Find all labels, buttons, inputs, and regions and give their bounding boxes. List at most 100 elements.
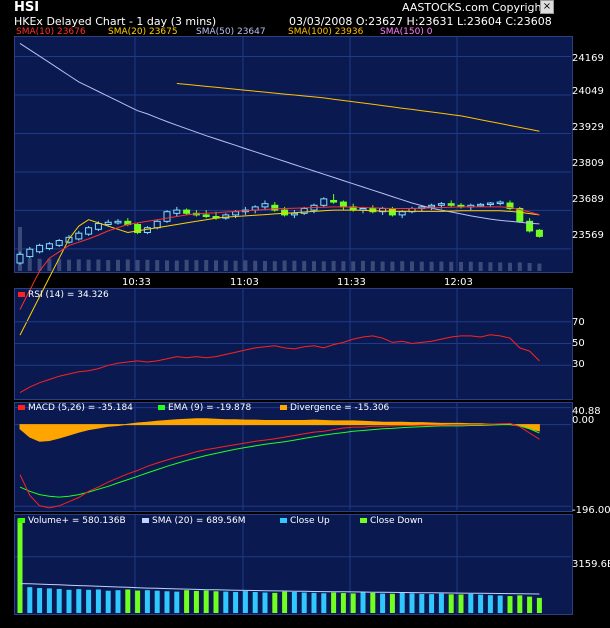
candle — [232, 211, 240, 216]
volume-bar — [46, 588, 52, 613]
price-volume-shadow — [508, 262, 512, 271]
price-volume-shadow — [145, 259, 150, 271]
candle — [281, 209, 289, 216]
price-volume-shadow — [498, 262, 503, 271]
candle — [290, 212, 298, 216]
price-volume-shadow — [263, 260, 267, 271]
price-volume-shadow — [331, 260, 336, 271]
price-volume-shadow — [400, 261, 405, 271]
volume-bar — [95, 589, 101, 613]
volume-bar — [340, 593, 346, 613]
price-volume-shadow — [478, 262, 483, 271]
price-volume-shadow — [429, 261, 434, 271]
price-volume-shadow — [282, 260, 287, 271]
time-tick: 12:03 — [444, 277, 473, 288]
price-volume-shadow — [390, 261, 395, 271]
candle — [173, 209, 181, 214]
volume-bar — [409, 593, 415, 613]
price-volume-shadow — [116, 259, 120, 271]
candle — [26, 248, 34, 258]
close-down-legend: Close Down — [360, 516, 423, 526]
volume-bar — [144, 590, 150, 613]
price-tick: 24049 — [572, 86, 604, 97]
price-volume-shadow — [312, 261, 316, 271]
price-volume-shadow — [370, 261, 375, 271]
candle — [447, 203, 455, 206]
volume-legend: Volume+ = 580.136B — [18, 516, 126, 526]
candle — [330, 199, 338, 203]
candle — [114, 220, 122, 224]
rsi-tick: 70 — [572, 317, 585, 328]
volume-bar — [507, 596, 513, 613]
price-volume-shadow — [214, 260, 218, 271]
volume-bar — [380, 593, 386, 613]
price-volume-shadow — [67, 259, 71, 271]
candle — [202, 214, 210, 218]
macd-legend: MACD (5,26) = -35.184 — [18, 403, 133, 413]
volume-bar — [174, 591, 180, 613]
volume-bar — [468, 593, 474, 613]
price-volume-shadow — [272, 261, 277, 271]
price-volume-shadow — [380, 261, 385, 271]
macd-tick: -196.00 — [572, 505, 610, 516]
price-tick: 23929 — [572, 122, 604, 133]
legend-sma150: SMA(150) 0 — [380, 27, 433, 37]
volume-bar — [438, 593, 444, 613]
volume-bar — [223, 591, 229, 613]
price-volume-shadow — [527, 262, 532, 271]
price-volume-shadow — [449, 261, 454, 271]
price-volume-shadow — [517, 262, 522, 271]
candle — [55, 240, 63, 246]
volume-bar — [213, 591, 219, 613]
price-volume-shadow — [341, 261, 346, 271]
candle — [428, 204, 436, 208]
volume-bar — [311, 592, 317, 613]
candle — [163, 211, 171, 222]
volume-bar — [37, 588, 43, 613]
price-volume-shadow — [135, 260, 140, 271]
volume-bar — [193, 590, 199, 613]
volume-bar — [370, 592, 376, 613]
volume-bar — [27, 587, 33, 613]
price-volume-shadow — [468, 261, 473, 271]
volume-tick: 3159.6B — [572, 559, 610, 570]
price-volume-shadow — [184, 259, 189, 271]
price-volume-shadow — [96, 259, 101, 271]
price-volume-shadow — [243, 260, 248, 271]
volume-bar — [350, 593, 356, 613]
volume-bar — [282, 591, 288, 613]
price-volume-shadow — [223, 260, 228, 271]
volume-bar — [184, 590, 190, 613]
price-volume-shadow — [537, 263, 542, 271]
volume-bar — [429, 594, 435, 613]
volume-bar — [291, 591, 297, 613]
candle — [339, 201, 347, 208]
price-volume-shadow — [194, 260, 199, 271]
candle — [535, 229, 543, 237]
price-volume-shadow — [106, 260, 111, 271]
time-tick: 10:33 — [122, 277, 151, 288]
ema-line — [19, 423, 540, 498]
rsi-tick: 30 — [572, 359, 585, 370]
volume-bar — [301, 592, 307, 613]
candle — [104, 221, 112, 226]
candle — [94, 223, 102, 230]
divergence-legend: Divergence = -15.306 — [280, 403, 389, 413]
volume-bar — [478, 594, 484, 613]
volume-bar — [517, 595, 523, 613]
volume-bar — [233, 591, 239, 613]
volume-bar — [86, 589, 92, 613]
volume-bar — [399, 592, 405, 613]
price-tick: 23689 — [572, 194, 604, 205]
volume-bar — [164, 591, 170, 613]
price-volume-shadow — [76, 259, 81, 271]
legend-sma10: SMA(10) 23676 — [16, 27, 86, 37]
legend-sma20: SMA(20) 23675 — [108, 27, 178, 37]
price-tick: 23809 — [572, 158, 604, 169]
price-volume-shadow — [174, 260, 179, 271]
price-volume-shadow — [155, 260, 160, 271]
price-volume-shadow — [459, 261, 463, 271]
volume-bar — [262, 592, 268, 613]
candle — [261, 203, 269, 208]
time-tick: 11:03 — [230, 277, 259, 288]
